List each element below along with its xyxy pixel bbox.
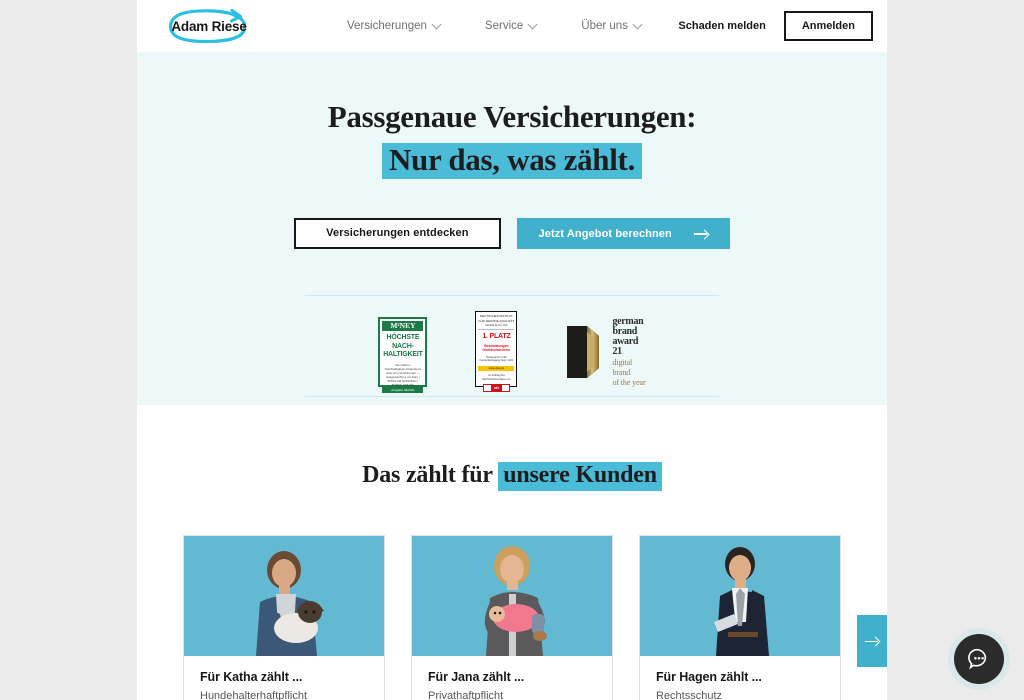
card-body: Für Hagen zählt ... Rechtsschutz bbox=[640, 656, 840, 700]
card-product: Hundehalterhaftpflicht bbox=[200, 690, 308, 700]
money-badge-line1: HÖCHSTE bbox=[386, 334, 420, 342]
login-button[interactable]: Anmelden bbox=[783, 11, 873, 41]
gba-sub2: brand bbox=[612, 368, 631, 378]
card-title: Für Jana zählt ... bbox=[428, 670, 525, 685]
discover-insurances-button[interactable]: Versicherungen entdecken bbox=[294, 218, 501, 250]
report-claim-link[interactable]: Schaden melden bbox=[678, 20, 765, 32]
list-item[interactable]: Für Jana zählt ... Privathaftpflicht bbox=[411, 535, 613, 700]
money-badge-line3: HALTIGKEIT bbox=[383, 351, 423, 359]
list-item[interactable]: Für Katha zählt ... Hundehalterhaftpflic… bbox=[183, 535, 385, 700]
gba-line4: 21 bbox=[612, 346, 622, 358]
award-badges: M²NEY HÖCHSTE NACH- HALTIGKEIT Die wahre… bbox=[137, 305, 887, 393]
chevron-down-icon bbox=[433, 21, 441, 29]
disq-badge-url: www.disq.de bbox=[478, 365, 515, 371]
gba-sub3: of the year bbox=[612, 378, 646, 388]
german-brand-award-text: german brand award 21 digital brand of t… bbox=[612, 317, 645, 387]
hero-title: Passgenaue Versicherungen: Nur das, was … bbox=[137, 98, 887, 180]
nav-label: Service bbox=[484, 20, 524, 32]
nav-label: Über uns bbox=[581, 20, 628, 32]
money-badge-brand: M²NEY bbox=[382, 321, 424, 332]
money-badge-title: HÖCHSTE NACH- HALTIGKEIT bbox=[383, 334, 423, 360]
chevron-down-icon bbox=[634, 21, 642, 29]
card-body: Für Katha zählt ... Hundehalterhaftpflic… bbox=[184, 656, 384, 700]
divider-top bbox=[305, 295, 719, 297]
page-viewport: Adam Riese Versicherungen Service Über u… bbox=[137, 0, 887, 700]
logo[interactable]: Adam Riese bbox=[163, 9, 255, 43]
divider-bottom bbox=[305, 396, 719, 398]
card-title: Für Hagen zählt ... bbox=[656, 670, 762, 685]
german-brand-award-mark-icon bbox=[567, 326, 600, 379]
header-actions: Schaden melden Anmelden bbox=[678, 11, 873, 41]
chevron-down-icon bbox=[529, 21, 537, 29]
german-brand-award-badge: german brand award 21 digital brand of t… bbox=[565, 317, 646, 387]
calculate-offer-label: Jetzt Angebot berechnen bbox=[538, 227, 672, 240]
disq-badge-header: DEUTSCHES INSTITUT FÜR SERVICE-QUALITÄT … bbox=[478, 314, 515, 330]
ntv-logo: ntv bbox=[483, 384, 510, 393]
nav-item-service[interactable]: Service bbox=[485, 20, 537, 32]
site-header: Adam Riese Versicherungen Service Über u… bbox=[137, 0, 887, 52]
disq-award-badge: DEUTSCHES INSTITUT FÜR SERVICE-QUALITÄT … bbox=[475, 311, 518, 393]
chat-button[interactable] bbox=[954, 634, 1004, 684]
woman-with-dog-photo bbox=[184, 536, 384, 657]
disq-badge-rank: 1. PLATZ bbox=[482, 332, 511, 340]
disq-badge-red-line: Bestleistungen Direktversicherer bbox=[482, 343, 511, 353]
ntv-logo-text: ntv bbox=[490, 385, 503, 392]
money-badge-line2: NACH- bbox=[392, 342, 414, 350]
card-title: Für Katha zählt ... bbox=[200, 670, 303, 685]
disq-badge-body: Testsiegerin in der Kundenbefragung Sept… bbox=[479, 355, 514, 363]
nav-item-versicherungen[interactable]: Versicherungen bbox=[347, 20, 441, 32]
card-body: Für Jana zählt ... Privathaftpflicht bbox=[412, 656, 612, 700]
arrow-right-icon bbox=[693, 229, 708, 238]
customers-heading: Das zählt für unsere Kunden bbox=[137, 462, 887, 492]
list-item[interactable]: Für Hagen zählt ... Rechtsschutz bbox=[639, 535, 841, 700]
customers-heading-prefix: Das zählt für bbox=[362, 462, 499, 488]
gba-sub1: digital bbox=[612, 358, 633, 368]
nav-label: Versicherungen bbox=[347, 20, 427, 32]
chat-bubble-icon bbox=[968, 648, 987, 670]
money-award-badge: M²NEY HÖCHSTE NACH- HALTIGKEIT Die wahre… bbox=[378, 317, 428, 393]
hero-title-line1: Passgenaue Versicherungen: bbox=[327, 99, 697, 134]
main-nav: Versicherungen Service Über uns bbox=[347, 20, 642, 32]
customer-cards: Für Katha zählt ... Hundehalterhaftpflic… bbox=[137, 535, 887, 700]
hero-title-line2: Nur das, was zählt. bbox=[381, 142, 643, 180]
money-badge-fineprint: Die wahren Nachhaltigkeits-Champions unt… bbox=[384, 362, 422, 387]
hero-section: Passgenaue Versicherungen: Nur das, was … bbox=[137, 52, 887, 405]
man-in-suit-photo bbox=[640, 536, 840, 657]
calculate-offer-button[interactable]: Jetzt Angebot berechnen bbox=[516, 218, 730, 250]
woman-with-baby-photo bbox=[412, 536, 612, 657]
arrow-right-icon bbox=[865, 637, 879, 646]
disq-badge-footer: Im Auftrag des Nachrichtensenders n-tv bbox=[482, 373, 511, 381]
card-product: Rechtsschutz bbox=[656, 690, 723, 700]
card-product: Privathaftpflicht bbox=[428, 690, 504, 700]
money-badge-footer: Ausgabe 03/2021 bbox=[382, 386, 424, 393]
hero-cta-row: Versicherungen entdecken Jetzt Angebot b… bbox=[137, 218, 887, 250]
carousel-next-button[interactable] bbox=[857, 615, 887, 667]
customers-section: Das zählt für unsere Kunden Für Katha zä… bbox=[137, 405, 887, 700]
nav-item-ueber-uns[interactable]: Über uns bbox=[581, 20, 642, 32]
customers-heading-highlight: unsere Kunden bbox=[498, 462, 662, 492]
logo-text: Adam Riese bbox=[171, 18, 247, 34]
